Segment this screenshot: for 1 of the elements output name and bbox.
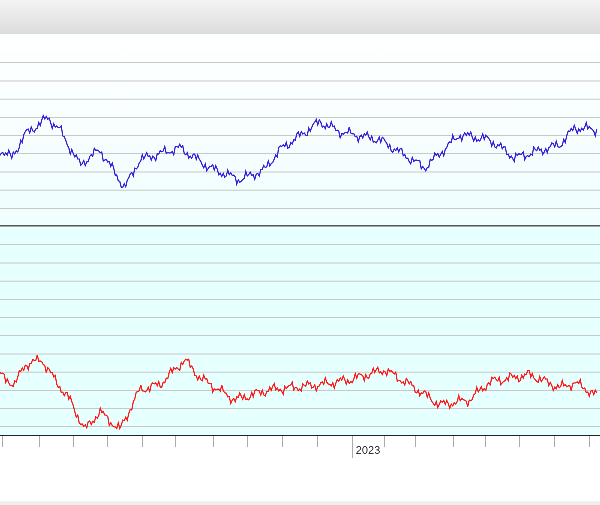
- axis-label: 2023: [356, 445, 380, 457]
